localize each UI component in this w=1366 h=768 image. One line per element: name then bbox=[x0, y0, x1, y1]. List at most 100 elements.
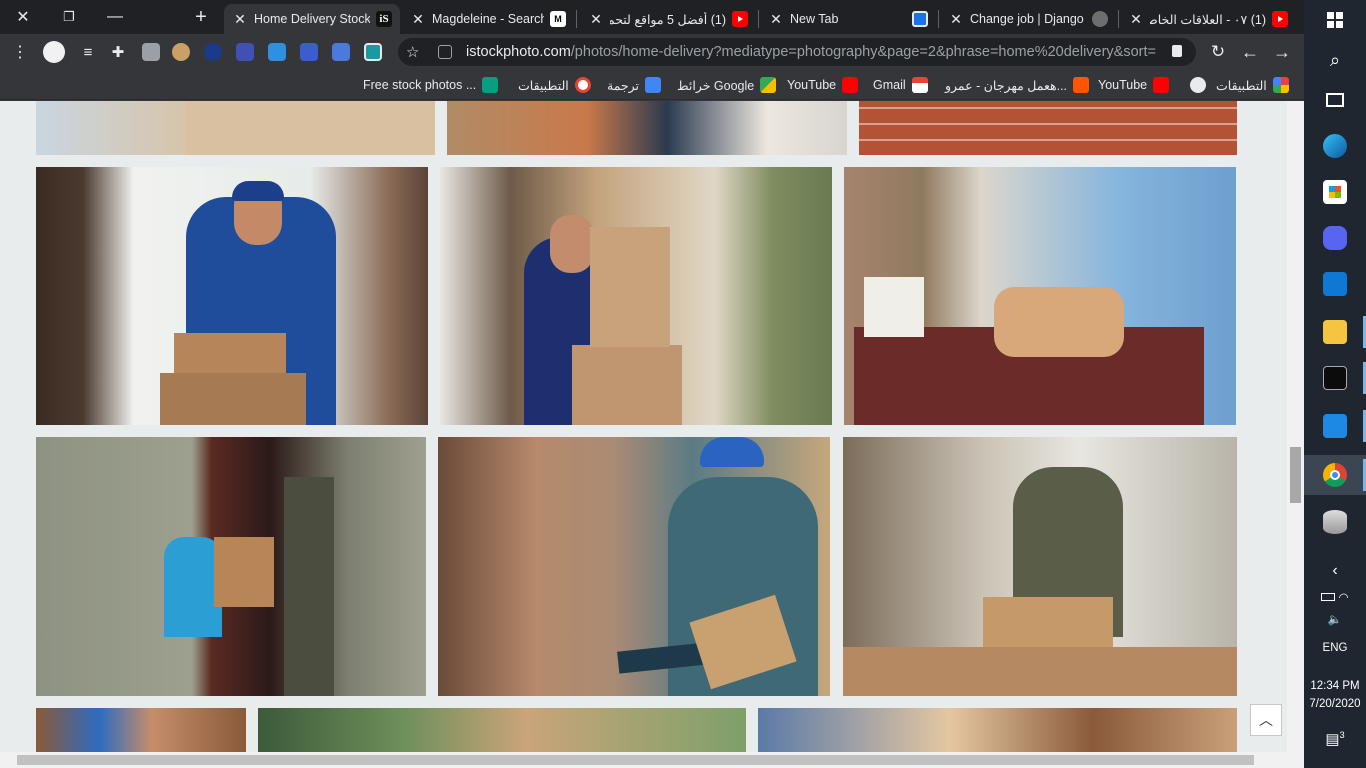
clock-time[interactable]: 12:34 PM bbox=[1304, 680, 1366, 692]
youtube-icon bbox=[842, 77, 859, 93]
tab-divider bbox=[758, 10, 759, 28]
volume-icon[interactable]: 🔈 bbox=[1304, 612, 1366, 626]
youtube-icon bbox=[1272, 11, 1288, 27]
bookmark-label: Gmail bbox=[873, 78, 906, 92]
search-extension-icon[interactable] bbox=[300, 43, 318, 61]
start-button[interactable] bbox=[1304, 0, 1366, 40]
woman-figure bbox=[284, 477, 334, 696]
url-text[interactable]: istockphoto.com/photos/home-delivery?med… bbox=[466, 44, 1156, 60]
reload-icon[interactable]: ↻ bbox=[1206, 40, 1230, 64]
bookmark-google-maps[interactable]: خرائط Google bbox=[677, 76, 777, 94]
tab-youtube-arabic-1[interactable]: ✕ (1) أفضل 5 مواقع لتحم bbox=[580, 4, 756, 34]
file-explorer-icon[interactable] bbox=[1304, 312, 1366, 352]
bookmark-translate[interactable]: ترجمة bbox=[607, 76, 662, 94]
extension-icon[interactable] bbox=[204, 43, 222, 61]
tab-django[interactable]: ✕ Change job | Django bbox=[940, 4, 1116, 34]
profile-avatar[interactable] bbox=[42, 40, 66, 64]
close-window-button[interactable]: ✕ bbox=[0, 0, 46, 34]
courier-cap-photo[interactable] bbox=[36, 708, 246, 752]
courier-face bbox=[550, 215, 594, 273]
extension-icon[interactable] bbox=[364, 43, 382, 61]
horizontal-scrollbar-thumb[interactable] bbox=[17, 755, 1254, 765]
media-playlist-icon[interactable]: ≡ bbox=[76, 40, 100, 64]
tab-istock[interactable]: ✕ Home Delivery Stock iS bbox=[224, 4, 400, 34]
vertical-scrollbar[interactable] bbox=[1287, 101, 1304, 752]
extensions-puzzle-icon[interactable]: ✚ bbox=[106, 40, 130, 64]
chrome-icon[interactable] bbox=[1304, 455, 1366, 495]
cardboard-box bbox=[160, 373, 306, 425]
bookmark-youtube-2[interactable]: YouTube bbox=[1098, 76, 1170, 94]
bookmark-gmail[interactable]: Gmail bbox=[873, 76, 928, 94]
bookmark-soundcloud[interactable]: هعمل مهرجان - عمرو... bbox=[945, 76, 1090, 94]
forward-arrow-icon[interactable]: → bbox=[1270, 40, 1294, 64]
istock-icon: iS bbox=[376, 11, 392, 27]
tab-close-icon[interactable]: ✕ bbox=[588, 11, 604, 28]
tab-close-icon[interactable]: ✕ bbox=[768, 11, 784, 28]
store-icon[interactable] bbox=[1304, 172, 1366, 212]
restore-window-button[interactable]: ❐ bbox=[46, 0, 92, 34]
bookmark-free-stock-photos[interactable]: Free stock photos ... bbox=[363, 76, 499, 94]
bookmark-globe[interactable] bbox=[1184, 76, 1206, 94]
search-icon[interactable]: ⌕ bbox=[1304, 40, 1366, 80]
vscode-icon[interactable] bbox=[1304, 406, 1366, 446]
newtab-icon bbox=[912, 11, 928, 27]
bookmark-label: خرائط Google bbox=[677, 78, 755, 93]
address-bar[interactable]: ☆ istockphoto.com/photos/home-delivery?m… bbox=[398, 38, 1196, 66]
tab-close-icon[interactable]: ✕ bbox=[948, 11, 964, 28]
minimize-window-button[interactable]: — bbox=[92, 0, 138, 34]
tab-title: Home Delivery Stock bbox=[254, 12, 370, 26]
tab-divider bbox=[1118, 10, 1119, 28]
cookie-extension-icon[interactable] bbox=[172, 43, 190, 61]
discord-icon[interactable] bbox=[1304, 218, 1366, 258]
site-info-icon[interactable] bbox=[438, 45, 452, 59]
apps-grid-icon bbox=[1272, 77, 1289, 93]
gmail-icon bbox=[911, 77, 928, 93]
browser-window: ✕ ❐ — + ✕ Home Delivery Stock iS ✕ Magde… bbox=[0, 0, 1304, 768]
courier-photo[interactable] bbox=[758, 708, 1237, 752]
battery-icon[interactable]: ◠ bbox=[1304, 590, 1366, 604]
edge-icon[interactable] bbox=[1304, 126, 1366, 166]
clock-date[interactable]: 7/20/2020 bbox=[1304, 698, 1366, 710]
show-hidden-icons-chevron-icon[interactable]: ‹ bbox=[1304, 562, 1366, 580]
database-icon[interactable] bbox=[1304, 502, 1366, 542]
cardboard-stack bbox=[590, 227, 670, 347]
youtube-icon bbox=[1153, 77, 1170, 93]
vertical-scrollbar-thumb[interactable] bbox=[1290, 447, 1301, 503]
menu-kebab-icon[interactable]: ⋮ bbox=[8, 40, 32, 64]
delivery-box-photo[interactable] bbox=[36, 101, 435, 155]
new-tab-button[interactable]: + bbox=[178, 0, 224, 34]
courier-tablet-photo[interactable] bbox=[438, 437, 830, 696]
tab-close-icon[interactable]: ✕ bbox=[232, 11, 248, 28]
woman-unpacking-photo[interactable] bbox=[843, 437, 1237, 696]
bookmark-label: Free stock photos ... bbox=[363, 78, 477, 92]
tab-close-icon[interactable]: ✕ bbox=[1128, 11, 1144, 28]
grocery-basket-photo[interactable] bbox=[844, 167, 1236, 425]
courier-van-photo[interactable] bbox=[440, 167, 832, 425]
terminal-icon[interactable] bbox=[1304, 358, 1366, 398]
extension-icon[interactable] bbox=[236, 43, 254, 61]
tab-magdeleine[interactable]: ✕ Magdeleine - Search M bbox=[402, 4, 574, 34]
extension-icon[interactable] bbox=[142, 43, 160, 61]
bookmark-star-icon[interactable]: ☆ bbox=[406, 43, 419, 61]
search-extension-icon[interactable] bbox=[332, 43, 350, 61]
courier-blue-polo-photo[interactable] bbox=[36, 167, 428, 425]
task-view-icon[interactable] bbox=[1304, 80, 1366, 120]
tab-youtube-arabic-2[interactable]: ✕ (1) ٠٧ - العلاقات الخاص bbox=[1120, 4, 1296, 34]
action-center-button[interactable]: ▤3 bbox=[1304, 730, 1366, 748]
bookmark-youtube-1[interactable]: YouTube bbox=[787, 76, 859, 94]
close-icon: ✕ bbox=[16, 9, 30, 26]
minimize-icon: — bbox=[107, 8, 123, 25]
shopping-bag-photo[interactable] bbox=[447, 101, 847, 155]
brick-wall-photo[interactable] bbox=[859, 101, 1237, 155]
mail-icon[interactable] bbox=[1304, 264, 1366, 304]
tab-close-icon[interactable]: ✕ bbox=[410, 11, 426, 28]
courier-hat-photo[interactable] bbox=[258, 708, 746, 752]
back-to-top-button[interactable]: ︿ bbox=[1250, 704, 1282, 736]
bookmark-apps-google[interactable]: التطبيقات bbox=[518, 76, 591, 94]
bookmark-apps[interactable]: التطبيقات bbox=[1216, 76, 1289, 94]
back-arrow-icon[interactable]: ← bbox=[1238, 40, 1262, 64]
tab-new-tab[interactable]: ✕ New Tab bbox=[760, 4, 936, 34]
extension-icon[interactable] bbox=[268, 43, 286, 61]
language-indicator[interactable]: ENG bbox=[1304, 642, 1366, 654]
boy-receiving-box-photo[interactable] bbox=[36, 437, 426, 696]
